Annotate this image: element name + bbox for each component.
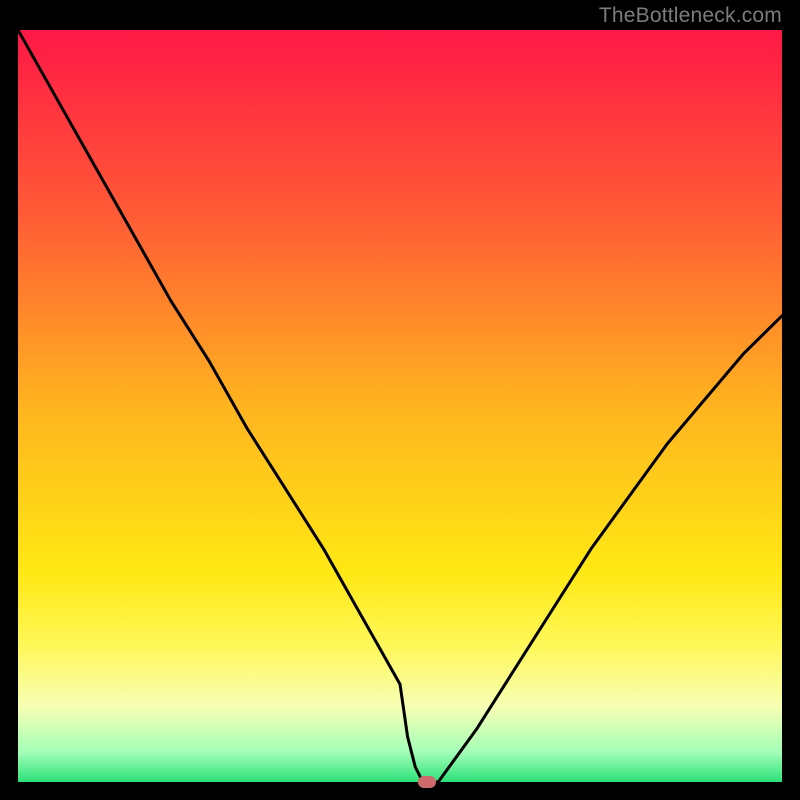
bottleneck-curve [18, 30, 782, 782]
plot-area [18, 30, 782, 782]
chart-container: TheBottleneck.com [0, 0, 800, 800]
optimal-point-marker [418, 776, 436, 788]
watermark-text: TheBottleneck.com [599, 4, 782, 28]
